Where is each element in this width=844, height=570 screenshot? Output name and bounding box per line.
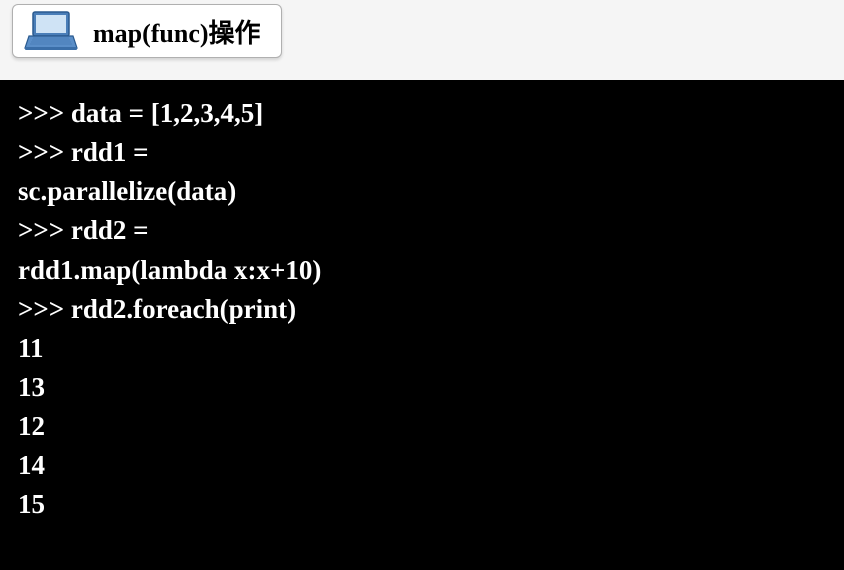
output-line: 15	[18, 485, 826, 524]
code-line: >>> rdd2 =	[18, 211, 826, 250]
code-line: >>> data = [1,2,3,4,5]	[18, 94, 826, 133]
header-tab: map(func)操作	[12, 4, 282, 58]
laptop-icon	[23, 10, 79, 52]
terminal-output: >>> data = [1,2,3,4,5] >>> rdd1 = sc.par…	[0, 80, 844, 570]
output-line: 12	[18, 407, 826, 446]
code-line: >>> rdd2.foreach(print)	[18, 290, 826, 329]
output-line: 14	[18, 446, 826, 485]
header-title: map(func)操作	[93, 13, 261, 50]
code-line: sc.parallelize(data)	[18, 172, 826, 211]
code-line: >>> rdd1 =	[18, 133, 826, 172]
output-line: 11	[18, 329, 826, 368]
output-line: 13	[18, 368, 826, 407]
code-line: rdd1.map(lambda x:x+10)	[18, 251, 826, 290]
